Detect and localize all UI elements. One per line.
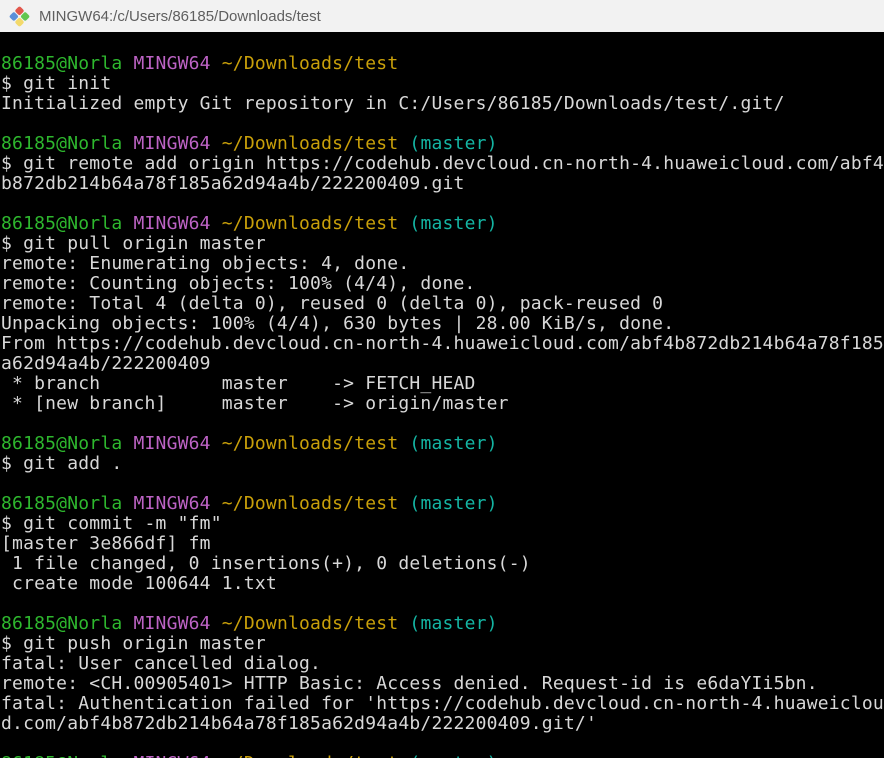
terminal-line: 1 file changed, 0 insertions(+), 0 delet… xyxy=(1,553,531,574)
terminal-line: $ git init xyxy=(1,73,112,94)
terminal-line: remote: <CH.00905401> HTTP Basic: Access… xyxy=(1,673,818,694)
terminal-line: $ git pull origin master xyxy=(1,233,266,254)
window-title: MINGW64:/c/Users/86185/Downloads/test xyxy=(39,7,321,25)
terminal-line: create mode 100644 1.txt xyxy=(1,573,277,594)
terminal-line: $ git add . xyxy=(1,453,123,474)
terminal-line: d.com/abf4b872db214b64a78f185a62d94a4b/2… xyxy=(1,713,597,734)
terminal-line: $ git commit -m "fm" xyxy=(1,513,222,534)
titlebar[interactable]: MINGW64:/c/Users/86185/Downloads/test xyxy=(0,0,884,32)
terminal-line: b872db214b64a78f185a62d94a4b/222200409.g… xyxy=(1,173,465,194)
terminal-line: $ git push origin master xyxy=(1,633,266,654)
terminal-line: remote: Total 4 (delta 0), reused 0 (del… xyxy=(1,293,664,314)
terminal-line: Initialized empty Git repository in C:/U… xyxy=(1,93,785,114)
terminal-line: Unpacking objects: 100% (4/4), 630 bytes… xyxy=(1,313,675,334)
terminal-line: 86185@Norla MINGW64 ~/Downloads/test (ma… xyxy=(1,213,498,234)
terminal-line: 86185@Norla MINGW64 ~/Downloads/test xyxy=(1,53,399,74)
terminal-output[interactable]: 86185@Norla MINGW64 ~/Downloads/test $ gi… xyxy=(0,32,884,758)
terminal-line: From https://codehub.devcloud.cn-north-4… xyxy=(1,333,884,354)
terminal-line: 86185@Norla MINGW64 ~/Downloads/test (ma… xyxy=(1,433,498,454)
msys-diamond-icon xyxy=(7,4,31,28)
terminal-line: remote: Counting objects: 100% (4/4), do… xyxy=(1,273,476,294)
terminal-line: $ git remote add origin https://codehub.… xyxy=(1,153,884,174)
terminal-line: a62d94a4b/222200409 xyxy=(1,353,211,374)
terminal-line: 86185@Norla MINGW64 ~/Downloads/test (ma… xyxy=(1,493,498,514)
terminal-line: 86185@Norla MINGW64 ~/Downloads/test (ma… xyxy=(1,754,884,758)
terminal-line: 86185@Norla MINGW64 ~/Downloads/test (ma… xyxy=(1,133,498,154)
terminal-line: fatal: User cancelled dialog. xyxy=(1,653,322,674)
terminal-line: remote: Enumerating objects: 4, done. xyxy=(1,253,410,274)
terminal-line: [master 3e866df] fm xyxy=(1,533,211,554)
terminal-line: * [new branch] master -> origin/master xyxy=(1,393,509,414)
terminal-line: * branch master -> FETCH_HEAD xyxy=(1,373,476,394)
terminal-line: fatal: Authentication failed for 'https:… xyxy=(1,693,884,714)
terminal-line: 86185@Norla MINGW64 ~/Downloads/test (ma… xyxy=(1,613,498,634)
